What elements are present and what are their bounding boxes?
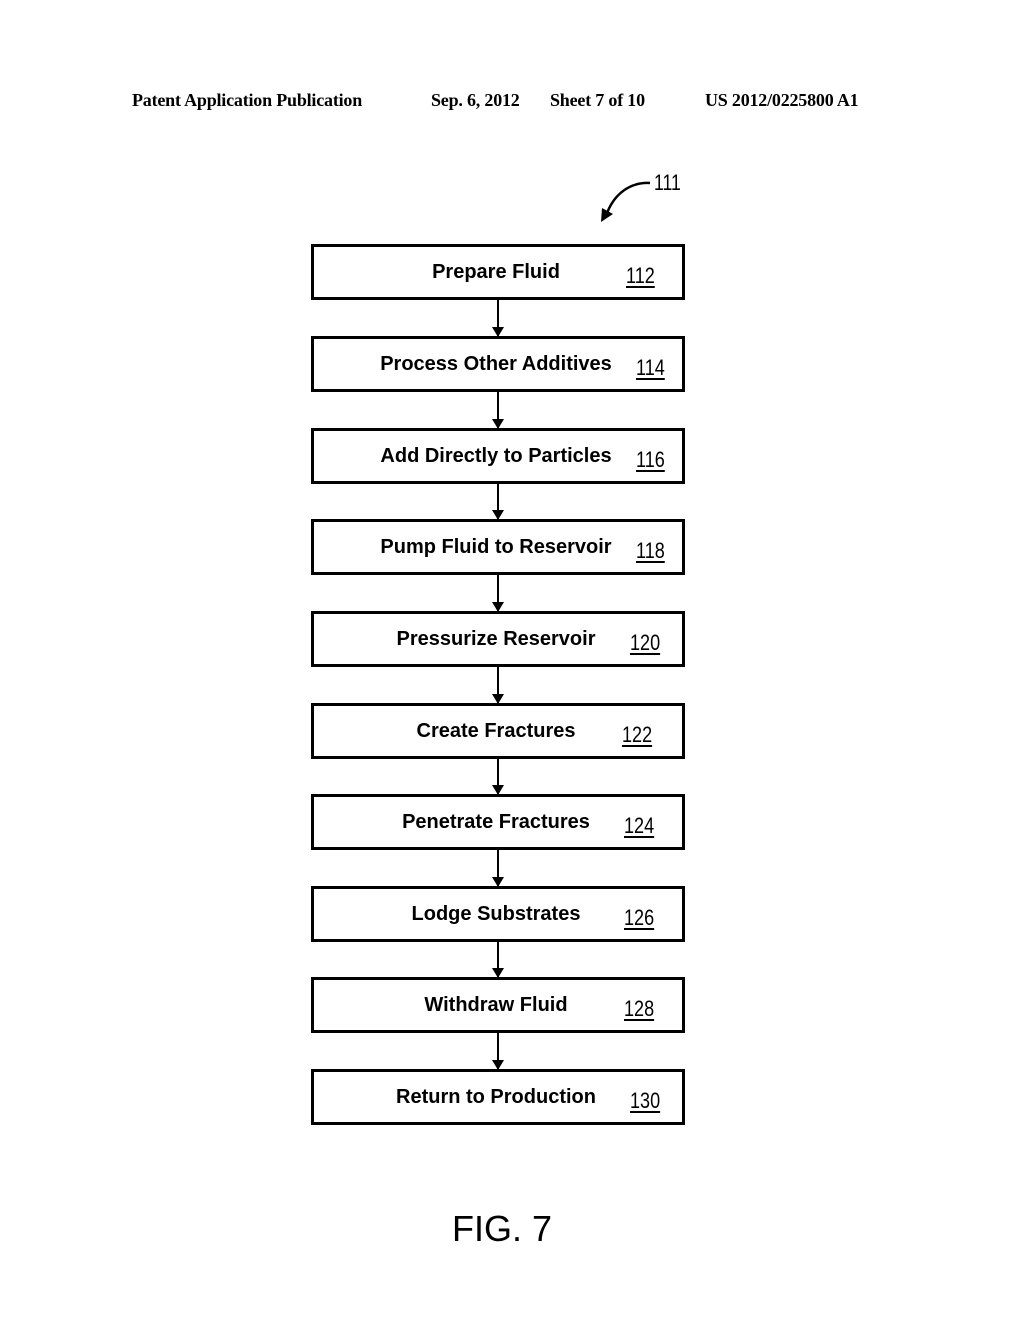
flow-step-box: Prepare Fluid 112 [311,244,685,300]
flow-step-reference-number: 128 [624,996,655,1021]
flow-step-label: Pressurize Reservoir [396,628,596,650]
flow-step-box: Lodge Substrates 126 [311,886,685,942]
flow-step-reference-number: 112 [626,263,655,288]
sheet-number: Sheet 7 of 10 [550,90,645,110]
patent-number: US 2012/0225800 A1 [705,90,859,110]
flow-step-reference-number: 120 [630,630,661,655]
flow-step-box: Pressurize Reservoir 120 [311,611,685,667]
figure-caption: FIG. 7 [451,1208,553,1249]
flow-arrow [492,300,504,337]
flow-step-reference-number: 126 [624,905,655,930]
flow-step-reference-number: 122 [622,722,653,747]
flow-arrow [492,392,504,429]
flow-step-box: Withdraw Fluid 128 [311,977,685,1033]
flow-step-reference-number: 114 [636,355,665,380]
flow-step-label: Add Directly to Particles [380,445,612,467]
publication-title: Patent Application Publication [132,90,363,110]
flow-step-label: Process Other Additives [380,353,612,375]
flow-step-label: Pump Fluid to Reservoir [380,536,612,558]
flow-step-box: Return to Production 130 [311,1069,685,1125]
flow-step-box: Pump Fluid to Reservoir 118 [311,519,685,575]
flow-step-box: Create Fractures 122 [311,703,685,759]
flow-step-box: Process Other Additives 114 [311,336,685,392]
curved-arrow-icon [601,181,651,222]
publication-date: Sep. 6, 2012 [431,90,520,110]
flow-step-reference-number: 124 [624,813,655,838]
flow-step-box: Add Directly to Particles 116 [311,428,685,484]
flow-step-reference-number: 116 [636,447,665,472]
flow-arrow [492,575,504,612]
flow-step-label: Return to Production [396,1086,596,1108]
flow-step-reference-number: 118 [636,538,665,563]
diagram-reference-number: 111 [654,170,681,195]
flow-arrow [492,759,504,795]
flow-step-reference-number: 130 [630,1088,661,1113]
flow-arrow [492,667,504,704]
flow-arrow [492,850,504,887]
flow-arrow [492,484,504,520]
flow-step-box: Penetrate Fractures 124 [311,794,685,850]
flow-arrow [492,1033,504,1070]
flow-arrow [492,942,504,978]
